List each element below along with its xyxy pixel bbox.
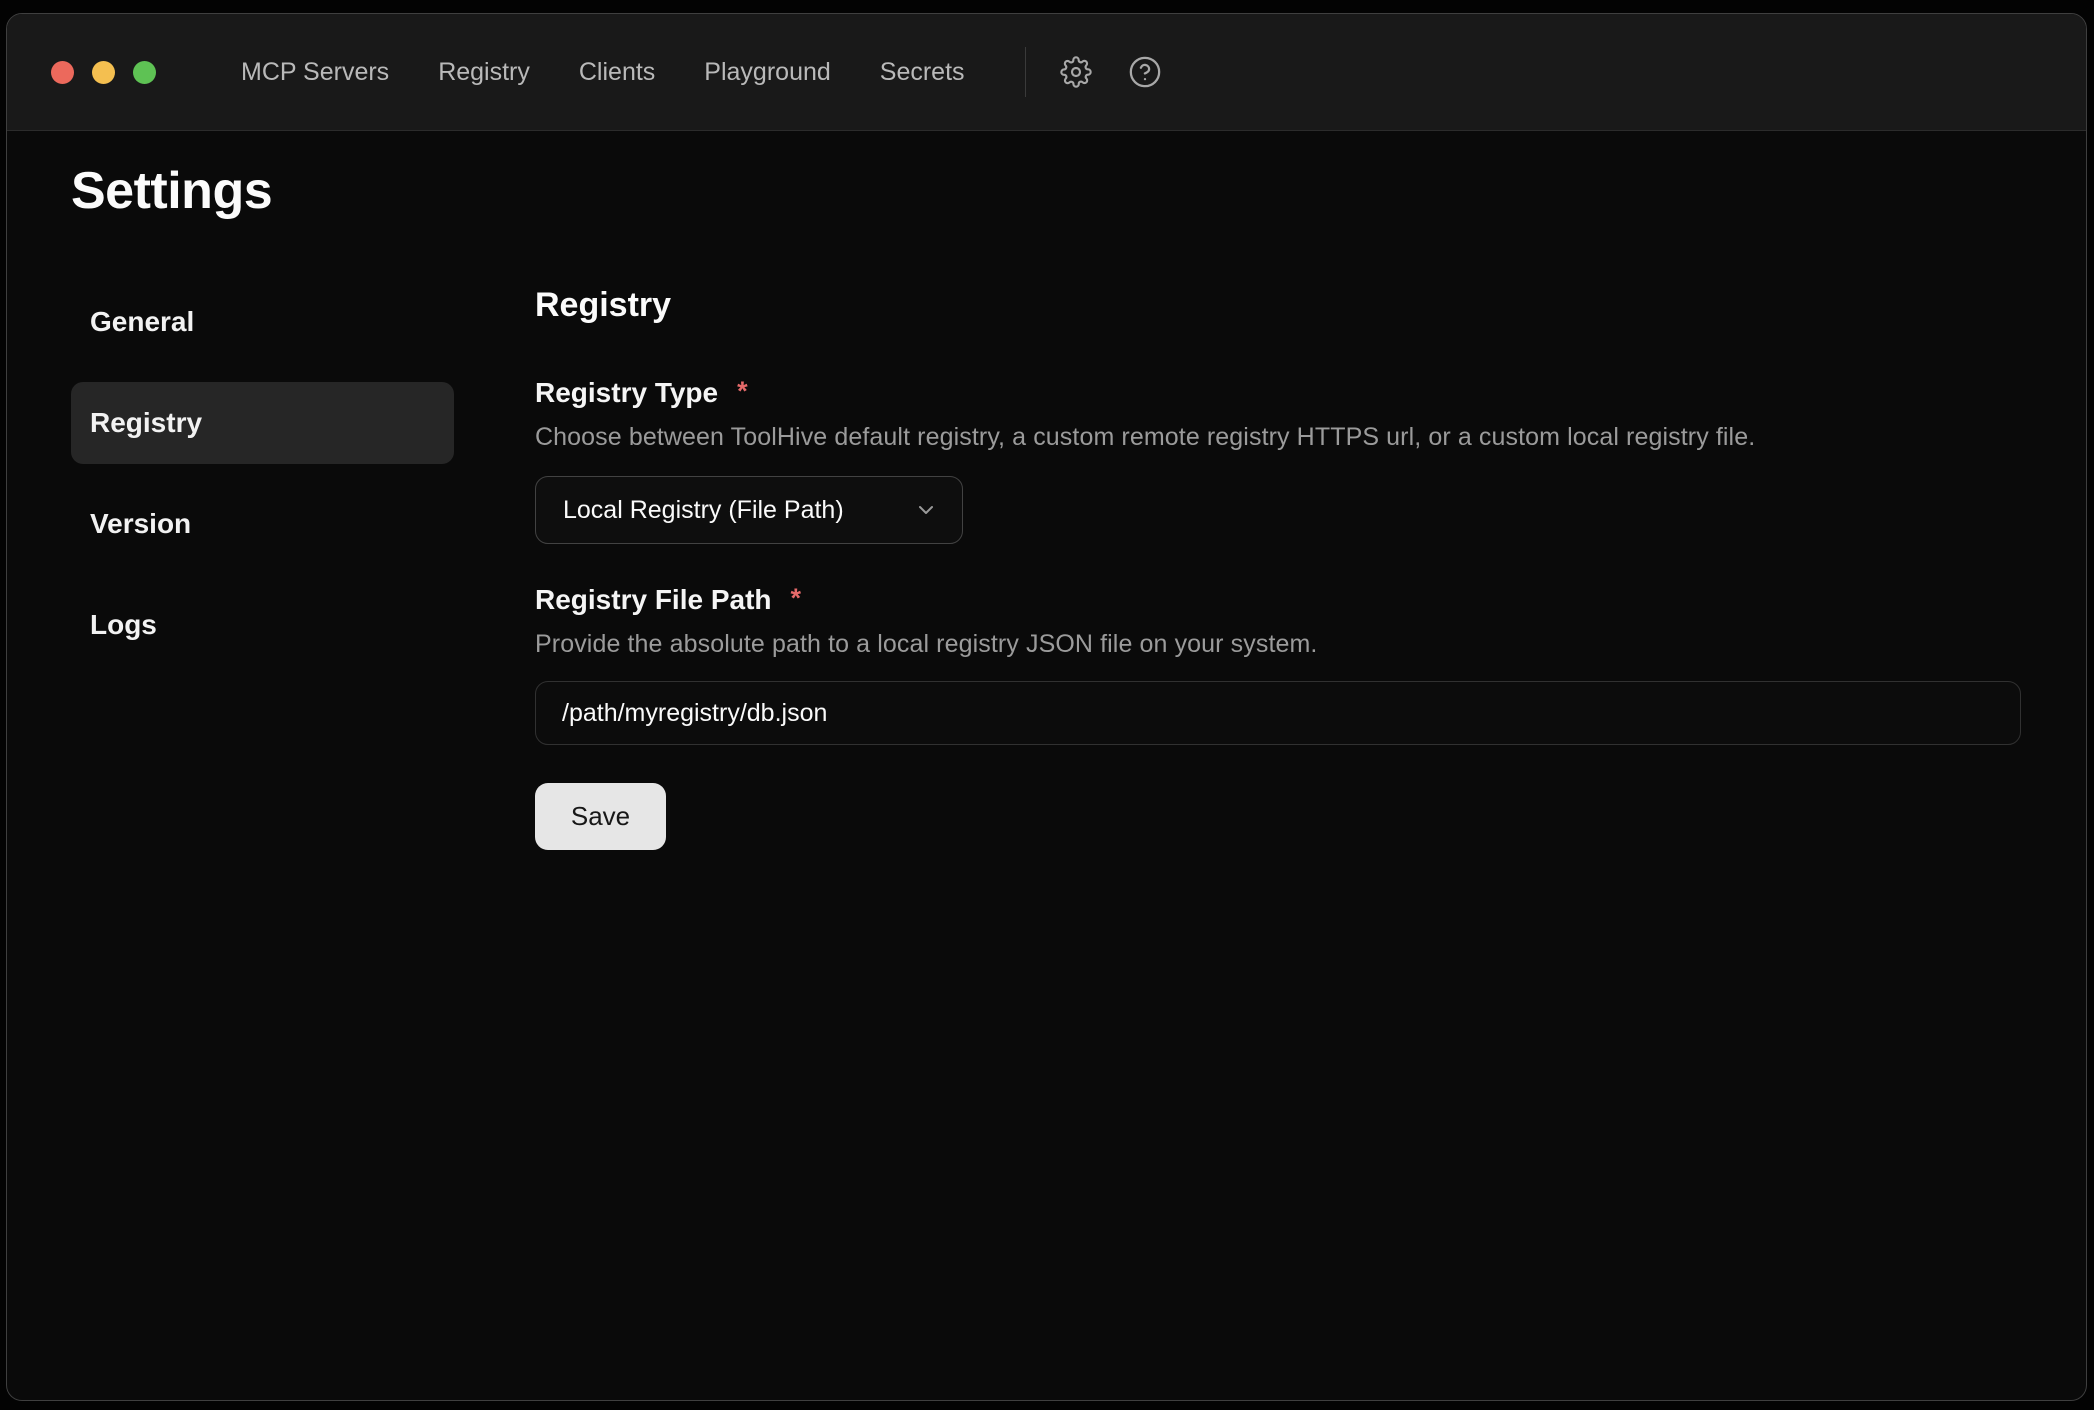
required-marker: * [737, 376, 748, 407]
registry-type-label: Registry Type * [535, 377, 2086, 409]
nav-item-mcp-servers[interactable]: MCP Servers [241, 58, 389, 87]
registry-file-path-label-text: Registry File Path [535, 584, 772, 616]
sidebar-item-version[interactable]: Version [71, 483, 454, 565]
registry-file-path-description: Provide the absolute path to a local reg… [535, 630, 2086, 659]
gear-icon[interactable] [1060, 56, 1092, 88]
sidebar-item-logs[interactable]: Logs [71, 584, 454, 666]
titlebar: MCP Servers Registry Clients Playground … [7, 14, 2086, 131]
section-title: Registry [535, 286, 2086, 325]
registry-type-label-text: Registry Type [535, 377, 718, 409]
nav-item-playground[interactable]: Playground [704, 58, 830, 87]
titlebar-icons [1060, 55, 1162, 89]
registry-file-path-input[interactable] [535, 681, 2021, 745]
top-nav: MCP Servers Registry Clients Playground … [241, 58, 965, 87]
traffic-lights [51, 61, 156, 84]
nav-item-registry[interactable]: Registry [438, 58, 530, 87]
sidebar-item-general[interactable]: General [71, 281, 454, 363]
nav-item-secrets[interactable]: Secrets [880, 58, 965, 87]
sidebar-item-registry[interactable]: Registry [71, 382, 454, 464]
settings-page: Settings General Registry Version Logs R… [7, 161, 2086, 850]
titlebar-divider [1025, 47, 1026, 97]
chevron-down-icon [914, 498, 938, 522]
help-icon[interactable] [1128, 55, 1162, 89]
close-window-button[interactable] [51, 61, 74, 84]
nav-item-clients[interactable]: Clients [579, 58, 655, 87]
minimize-window-button[interactable] [92, 61, 115, 84]
registry-type-description: Choose between ToolHive default registry… [535, 423, 2086, 452]
registry-type-selected-option: Local Registry (File Path) [563, 496, 844, 525]
required-marker: * [791, 583, 802, 614]
registry-settings-panel: Registry Registry Type * Choose between … [535, 281, 2086, 850]
registry-file-path-label: Registry File Path * [535, 584, 2086, 616]
save-button[interactable]: Save [535, 783, 666, 850]
settings-sidebar: General Registry Version Logs [71, 281, 454, 850]
maximize-window-button[interactable] [133, 61, 156, 84]
page-title: Settings [71, 161, 2086, 221]
app-window: MCP Servers Registry Clients Playground … [6, 13, 2087, 1401]
registry-type-select[interactable]: Local Registry (File Path) [535, 476, 963, 544]
